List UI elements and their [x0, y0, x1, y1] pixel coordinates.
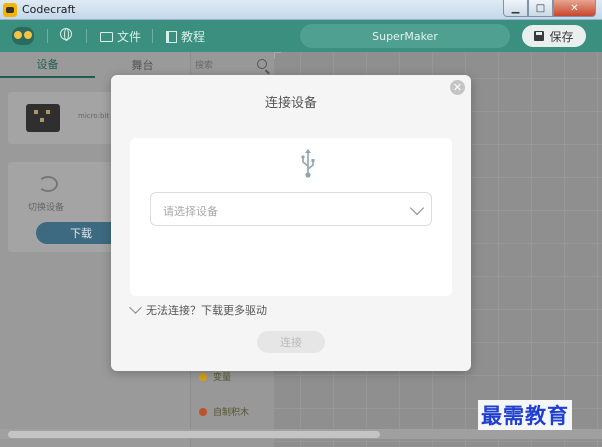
category-dot-icon	[199, 372, 207, 381]
dialog-title: 连接设备	[264, 96, 317, 111]
horizontal-scrollbar[interactable]	[0, 429, 602, 439]
book-icon	[166, 30, 177, 43]
maximize-button[interactable]: □	[528, 0, 553, 17]
tab-device[interactable]: 设备	[0, 52, 95, 78]
connect-button[interactable]: 连接	[257, 331, 325, 353]
palette-item-label: 变量	[213, 373, 232, 383]
file-menu-label: 文件	[117, 30, 142, 44]
device-label: micro:bit	[78, 112, 110, 120]
divider	[86, 29, 87, 43]
device-select[interactable]: 请选择设备	[150, 192, 432, 226]
file-menu[interactable]: 文件	[100, 28, 141, 45]
search-icon[interactable]	[257, 59, 267, 69]
chevron-down-icon	[129, 301, 142, 314]
palette-item-variables[interactable]: 变量	[199, 370, 231, 383]
app-icon	[3, 3, 17, 17]
divider	[47, 29, 48, 43]
usb-icon	[301, 149, 315, 178]
palette-item-custom-blocks[interactable]: 自制积木	[199, 405, 249, 418]
category-dot-icon	[199, 407, 207, 416]
palette-item-label: 自制积木	[213, 408, 250, 418]
window-title: Codecraft	[22, 3, 76, 16]
owl-logo-icon[interactable]	[12, 27, 34, 45]
switch-device-label[interactable]: 切换设备	[28, 200, 64, 213]
refresh-icon[interactable]	[38, 176, 58, 192]
device-select-card: 请选择设备	[130, 138, 452, 296]
download-drivers-link[interactable]: 无法连接？下载更多驱动	[129, 301, 267, 318]
scrollbar-thumb[interactable]	[8, 431, 380, 438]
tutorial-menu-label: 教程	[181, 30, 206, 44]
microbit-board-image	[26, 104, 60, 132]
download-drivers-label: 无法连接？下载更多驱动	[146, 304, 267, 317]
divider	[152, 29, 153, 43]
globe-icon	[60, 28, 72, 41]
window-controls: ▁ □ ✕	[503, 0, 596, 17]
minimize-button[interactable]: ▁	[503, 0, 528, 17]
search-placeholder: 搜索	[195, 61, 214, 71]
floppy-disk-icon	[534, 31, 545, 41]
project-name-field[interactable]: SuperMaker	[300, 24, 510, 48]
chevron-down-icon	[409, 200, 425, 216]
app-header: 文件 教程 SuperMaker 保存	[0, 20, 602, 52]
language-button[interactable]	[60, 28, 72, 41]
connect-device-dialog: 连接设备 ✕ 请选择设备 无法连接？下载更多驱动 连接	[111, 75, 471, 371]
folder-icon	[100, 31, 113, 42]
save-button[interactable]: 保存	[522, 25, 586, 47]
watermark-text: 最需教育	[478, 400, 572, 430]
save-button-label: 保存	[549, 29, 574, 44]
window-titlebar: Codecraft ▁ □ ✕	[0, 0, 602, 20]
close-icon[interactable]: ✕	[450, 80, 465, 95]
device-select-placeholder: 请选择设备	[163, 205, 218, 218]
close-window-button[interactable]: ✕	[553, 0, 596, 17]
tutorial-menu[interactable]: 教程	[166, 28, 205, 45]
search-input[interactable]: 搜索	[195, 58, 271, 74]
